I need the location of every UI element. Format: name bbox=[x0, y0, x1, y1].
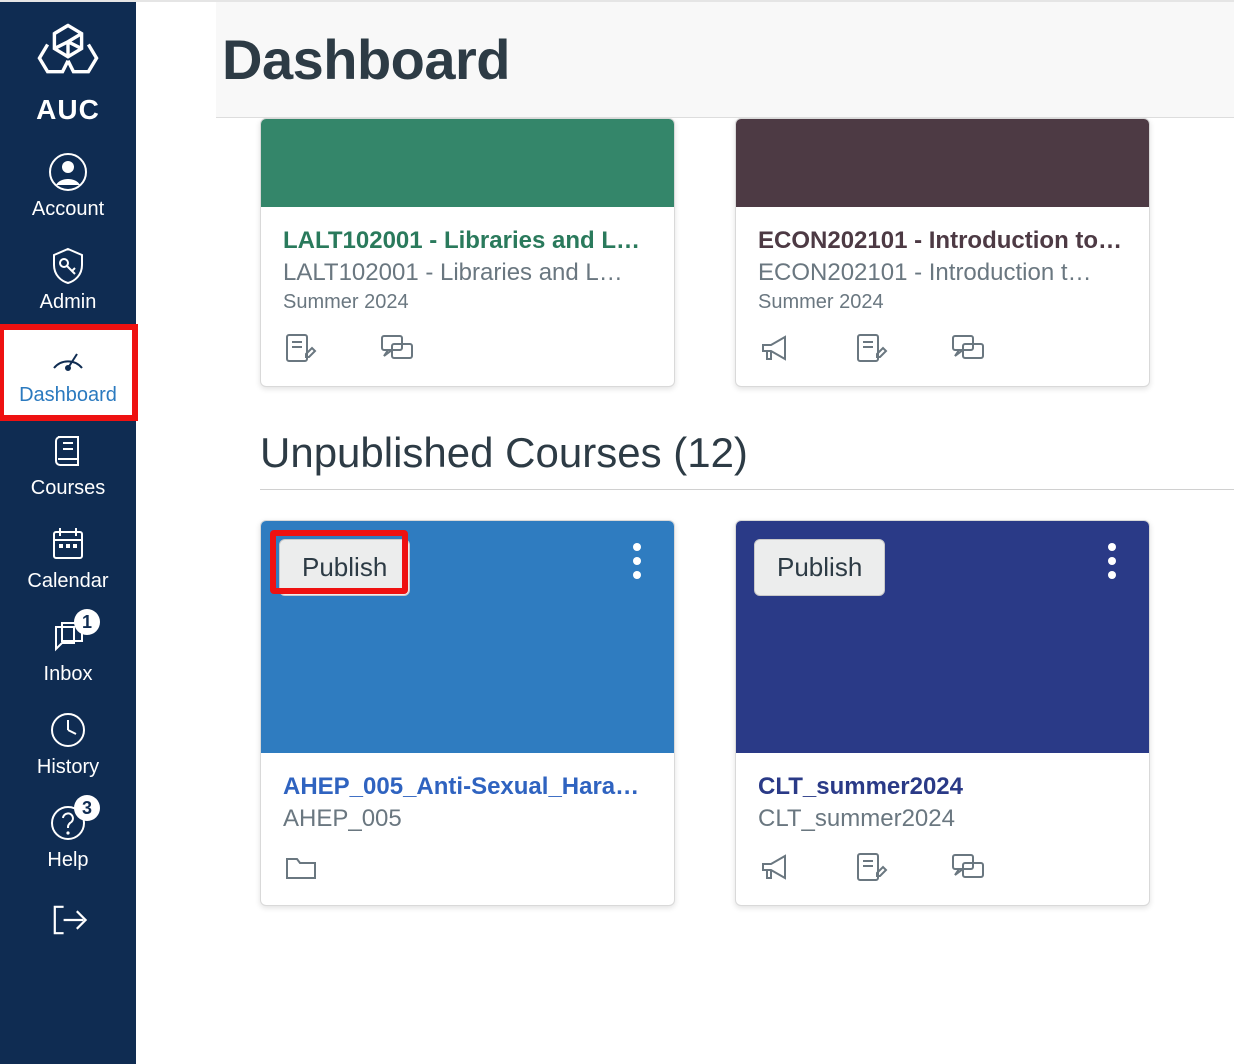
course-card[interactable]: Publish AHEP_005_Anti-Sexual_Harassm… AH… bbox=[260, 520, 675, 906]
publish-button[interactable]: Publish bbox=[754, 539, 885, 596]
folder-icon[interactable] bbox=[283, 851, 319, 883]
course-card[interactable]: ECON202101 - Introduction to M… ECON2021… bbox=[735, 118, 1150, 387]
card-header bbox=[736, 119, 1149, 207]
kebab-icon[interactable] bbox=[1097, 118, 1127, 119]
book-icon bbox=[46, 429, 90, 473]
assignments-icon[interactable] bbox=[854, 851, 890, 883]
nav-courses[interactable]: Courses bbox=[0, 419, 136, 512]
nav-label: Calendar bbox=[27, 570, 108, 593]
nav-admin[interactable]: Admin bbox=[0, 233, 136, 326]
course-term: Summer 2024 bbox=[758, 291, 1127, 314]
brand-logo[interactable]: AUC bbox=[0, 14, 136, 140]
assignments-icon[interactable] bbox=[854, 332, 890, 364]
discussions-icon[interactable] bbox=[379, 332, 415, 364]
course-subtitle: LALT102001 - Libraries and L… bbox=[283, 259, 652, 287]
card-actions bbox=[261, 851, 674, 905]
assignments-icon[interactable] bbox=[283, 332, 319, 364]
course-card[interactable]: Publish CLT_summer2024 CLT_summer2024 bbox=[735, 520, 1150, 906]
discussions-icon[interactable] bbox=[950, 332, 986, 364]
course-card[interactable]: LALT102001 - Libraries and Learni… LALT1… bbox=[260, 118, 675, 387]
unpublished-courses-row: Publish AHEP_005_Anti-Sexual_Harassm… AH… bbox=[216, 520, 1234, 906]
discussions-icon[interactable] bbox=[950, 851, 986, 883]
logout-icon bbox=[46, 898, 90, 942]
brand-logo-icon bbox=[34, 20, 102, 88]
card-actions bbox=[736, 332, 1149, 386]
brand-label: AUC bbox=[36, 94, 100, 126]
page-title: Dashboard bbox=[222, 27, 510, 92]
page-header: Dashboard bbox=[216, 2, 1234, 118]
main-content: LALT102001 - Libraries and Learni… LALT1… bbox=[136, 2, 1234, 1064]
course-title[interactable]: AHEP_005_Anti-Sexual_Harassm… bbox=[283, 773, 652, 801]
course-title[interactable]: CLT_summer2024 bbox=[758, 773, 1127, 801]
clock-icon bbox=[46, 708, 90, 752]
nav-history[interactable]: History bbox=[0, 698, 136, 791]
kebab-icon[interactable] bbox=[622, 118, 652, 119]
help-badge: 3 bbox=[74, 795, 100, 821]
card-header: Publish bbox=[261, 521, 674, 753]
nav-label: History bbox=[37, 756, 99, 779]
divider bbox=[260, 489, 1234, 490]
unpublished-heading: Unpublished Courses (12) bbox=[216, 387, 1234, 489]
nav-dashboard[interactable]: Dashboard bbox=[0, 326, 136, 419]
nav-calendar[interactable]: Calendar bbox=[0, 512, 136, 605]
shield-key-icon bbox=[46, 243, 90, 287]
published-courses-row: LALT102001 - Libraries and Learni… LALT1… bbox=[216, 118, 1234, 387]
nav-list: Account Admin Dashboard Courses bbox=[0, 140, 136, 942]
course-subtitle: AHEP_005 bbox=[283, 805, 652, 833]
nav-label: Dashboard bbox=[19, 384, 117, 407]
course-term: Summer 2024 bbox=[283, 291, 652, 314]
calendar-icon bbox=[46, 522, 90, 566]
course-subtitle: CLT_summer2024 bbox=[758, 805, 1127, 833]
nav-help[interactable]: 3 Help bbox=[0, 791, 136, 884]
global-nav: AUC Account Admin Dashboard bbox=[0, 2, 136, 1064]
nav-account[interactable]: Account bbox=[0, 140, 136, 233]
course-title[interactable]: ECON202101 - Introduction to M… bbox=[758, 227, 1127, 255]
course-subtitle: ECON202101 - Introduction t… bbox=[758, 259, 1127, 287]
card-actions bbox=[261, 332, 674, 386]
card-actions bbox=[736, 851, 1149, 905]
card-header: Publish bbox=[736, 521, 1149, 753]
kebab-icon[interactable] bbox=[1097, 539, 1127, 583]
speedometer-icon bbox=[46, 336, 90, 380]
inbox-icon: 1 bbox=[46, 615, 90, 659]
user-circle-icon bbox=[46, 150, 90, 194]
card-header bbox=[261, 119, 674, 207]
nav-label: Courses bbox=[31, 477, 105, 500]
announcements-icon[interactable] bbox=[758, 851, 794, 883]
nav-label: Help bbox=[47, 849, 88, 872]
nav-label: Inbox bbox=[44, 663, 93, 686]
nav-logout[interactable] bbox=[0, 884, 136, 942]
help-icon: 3 bbox=[46, 801, 90, 845]
nav-inbox[interactable]: 1 Inbox bbox=[0, 605, 136, 698]
course-title[interactable]: LALT102001 - Libraries and Learni… bbox=[283, 227, 652, 255]
publish-button[interactable]: Publish bbox=[279, 539, 410, 596]
announcements-icon[interactable] bbox=[758, 332, 794, 364]
kebab-icon[interactable] bbox=[622, 539, 652, 583]
nav-label: Account bbox=[32, 198, 104, 221]
inbox-badge: 1 bbox=[74, 609, 100, 635]
nav-label: Admin bbox=[40, 291, 97, 314]
